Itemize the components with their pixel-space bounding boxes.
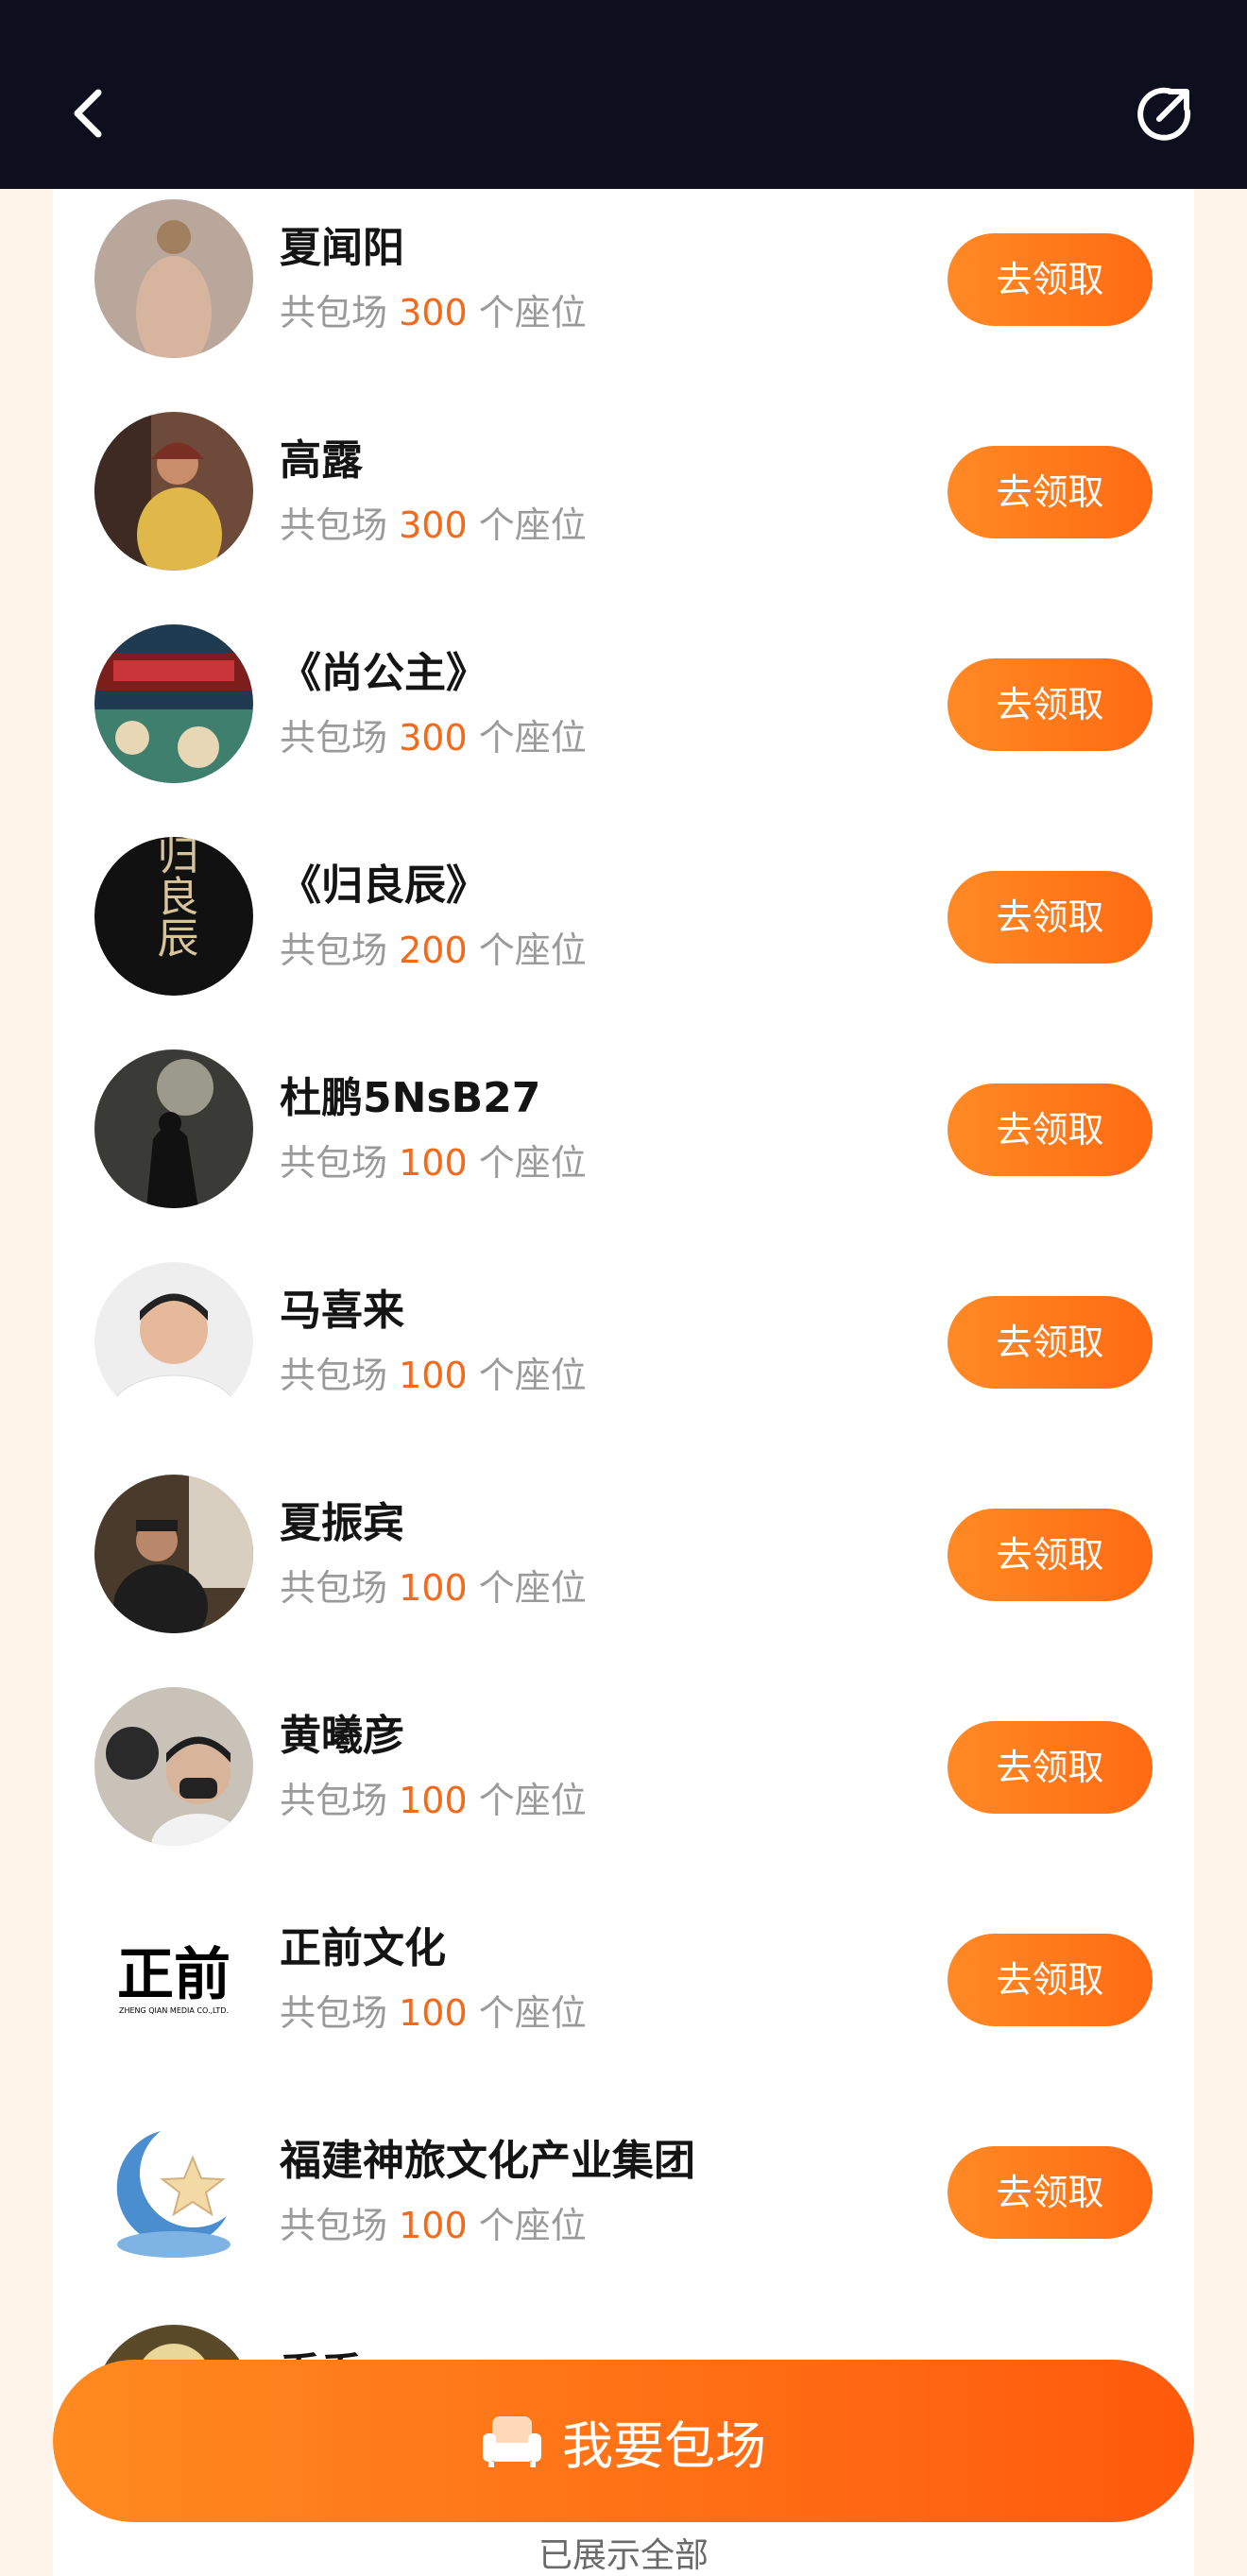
item-name: 夏闻阳 <box>280 224 404 272</box>
claim-button[interactable]: 去领取 <box>948 446 1153 538</box>
seat-count: 共包场 300 个座位 <box>280 292 587 333</box>
book-theater-label: 我要包场 <box>562 2415 766 2476</box>
avatar: 正前 ZHENG QIAN MEDIA CO.,LTD. <box>94 1900 253 2058</box>
list-item: 福建神旅文化产业集团 共包场 100 个座位 去领取 <box>53 2102 1194 2314</box>
avatar <box>94 1687 253 1846</box>
zhengqian-mark: 正前 <box>117 1942 231 2008</box>
seat-number: 100 <box>399 1355 468 1396</box>
list-item: 杜鹏5NsB27 共包场 100 个座位 去领取 <box>53 1039 1194 1252</box>
share-button[interactable] <box>1134 83 1196 145</box>
avatar <box>94 1475 253 1633</box>
sofa-icon <box>483 2416 541 2467</box>
list-item: 《尚公主》 共包场 300 个座位 去领取 <box>53 614 1194 827</box>
avatar <box>94 199 253 358</box>
item-name: 福建神旅文化产业集团 <box>280 2137 695 2185</box>
seat-count: 共包场 200 个座位 <box>280 930 587 971</box>
seat-number: 100 <box>399 1992 468 2034</box>
claim-button[interactable]: 去领取 <box>948 1934 1153 2026</box>
list-item: 夏闻阳 共包场 300 个座位 去领取 <box>53 189 1194 401</box>
seat-number: 300 <box>399 717 468 759</box>
list-item: 夏振宾 共包场 100 个座位 去领取 <box>53 1464 1194 1677</box>
zhengqian-sub: ZHENG QIAN MEDIA CO.,LTD. <box>119 2006 229 2015</box>
avatar <box>94 2112 253 2271</box>
seat-number: 100 <box>399 1142 468 1184</box>
seat-number: 100 <box>399 2205 468 2246</box>
item-name: 《归良辰》 <box>280 862 487 910</box>
seat-count: 共包场 100 个座位 <box>280 1992 587 2034</box>
avatar <box>94 412 253 571</box>
seat-number: 100 <box>399 1780 468 1821</box>
item-name: 马喜来 <box>280 1287 404 1335</box>
claim-button[interactable]: 去领取 <box>948 871 1153 964</box>
guiliangchen-mark: 归良辰 <box>150 837 198 958</box>
booking-list: 夏闻阳 共包场 300 个座位 去领取 高露 共包场 300 个座位 去领取 《… <box>53 189 1194 2576</box>
share-icon <box>1137 87 1191 141</box>
avatar: 归良辰 <box>94 837 253 996</box>
seat-number: 100 <box>399 1567 468 1609</box>
seat-count: 共包场 100 个座位 <box>280 1355 587 1396</box>
seat-number: 300 <box>399 504 468 546</box>
list-item: 黄曦彦 共包场 100 个座位 去领取 <box>53 1677 1194 1889</box>
seat-number: 300 <box>399 292 468 333</box>
avatar <box>94 1262 253 1421</box>
seat-number: 200 <box>399 930 468 971</box>
seat-count: 共包场 300 个座位 <box>280 504 587 546</box>
seat-count: 共包场 100 个座位 <box>280 1142 587 1184</box>
top-bar <box>0 0 1247 189</box>
item-name: 黄曦彦 <box>280 1712 404 1760</box>
seat-count: 共包场 100 个座位 <box>280 2205 587 2246</box>
claim-button[interactable]: 去领取 <box>948 1296 1153 1389</box>
book-theater-button[interactable]: 我要包场 <box>53 2360 1194 2522</box>
avatar <box>94 624 253 783</box>
claim-button[interactable]: 去领取 <box>948 1721 1153 1814</box>
chevron-left-icon <box>74 89 102 138</box>
seat-count: 共包场 300 个座位 <box>280 717 587 759</box>
list-item: 马喜来 共包场 100 个座位 去领取 <box>53 1252 1194 1464</box>
list-item: 归良辰 《归良辰》 共包场 200 个座位 去领取 <box>53 827 1194 1039</box>
back-button[interactable] <box>64 83 117 144</box>
show-all-text: 已展示全部 <box>538 2536 709 2575</box>
claim-button[interactable]: 去领取 <box>948 1509 1153 1601</box>
claim-button[interactable]: 去领取 <box>948 658 1153 751</box>
item-name: 高露 <box>280 436 363 485</box>
item-name: 《尚公主》 <box>280 649 487 697</box>
claim-button[interactable]: 去领取 <box>948 1083 1153 1176</box>
item-name: 杜鹏5NsB27 <box>280 1074 541 1122</box>
list-item: 高露 共包场 300 个座位 去领取 <box>53 401 1194 614</box>
claim-button[interactable]: 去领取 <box>948 2146 1153 2239</box>
avatar <box>94 1049 253 1208</box>
seat-count: 共包场 100 个座位 <box>280 1567 587 1609</box>
item-name: 正前文化 <box>280 1924 446 1972</box>
seat-count: 共包场 100 个座位 <box>280 1780 587 1821</box>
item-name: 夏振宾 <box>280 1499 404 1547</box>
claim-button[interactable]: 去领取 <box>948 233 1153 326</box>
list-item: 正前 ZHENG QIAN MEDIA CO.,LTD. 正前文化 共包场 100… <box>53 1889 1194 2102</box>
